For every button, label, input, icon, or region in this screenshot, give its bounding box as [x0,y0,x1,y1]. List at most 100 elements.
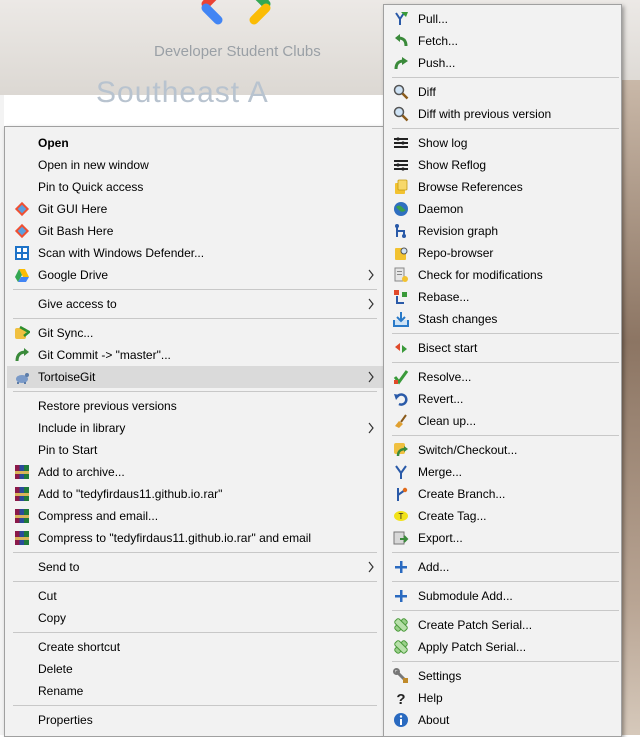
chevron-right-icon [368,371,374,383]
menu-item-label: Create Patch Serial... [418,618,533,632]
menu-item-properties[interactable]: Properties [7,709,383,731]
menu-item-open[interactable]: Open [7,132,383,154]
tortoisegit-submenu: Pull... Fetch... Push... Diff Diff with … [383,4,622,737]
menu-item-clean-up[interactable]: Clean up... [386,410,619,432]
switch-icon [394,443,408,457]
menu-item-add[interactable]: Add... [386,556,619,578]
menu-item-fetch[interactable]: Fetch... [386,30,619,52]
menu-item-label: Properties [38,713,93,727]
menu-item-copy[interactable]: Copy [7,607,383,629]
menu-item-label: Clean up... [418,414,477,428]
menu-item-label: Open in new window [38,158,149,172]
menu-item-label: Create Tag... [418,509,487,523]
windows-defender-icon [15,246,29,260]
menu-item-label: Settings [418,669,462,683]
menu-item-restore-versions[interactable]: Restore previous versions [7,395,383,417]
menu-item-label: Stash changes [418,312,498,326]
menu-item-git-gui[interactable]: Git GUI Here [7,198,383,220]
menu-item-revert[interactable]: Revert... [386,388,619,410]
menu-item-google-drive[interactable]: Google Drive [7,264,383,286]
menu-item-pull[interactable]: Pull... [386,8,619,30]
menu-item-apply-patch-serial[interactable]: Apply Patch Serial... [386,636,619,658]
menu-item-bisect-start[interactable]: Bisect start [386,337,619,359]
menu-item-daemon[interactable]: Daemon [386,198,619,220]
menu-item-diff[interactable]: Diff [386,81,619,103]
menu-item-create-patch-serial[interactable]: Create Patch Serial... [386,614,619,636]
menu-item-defender-scan[interactable]: Scan with Windows Defender... [7,242,383,264]
menu-item-submodule-add[interactable]: Submodule Add... [386,585,619,607]
menu-item-compress-to-rar-email[interactable]: Compress to "tedyfirdaus11.github.io.rar… [7,527,383,549]
menu-item-include-library[interactable]: Include in library [7,417,383,439]
menu-item-export[interactable]: Export... [386,527,619,549]
menu-item-tortoisegit[interactable]: TortoiseGit [7,366,383,388]
chevron-right-icon [368,422,374,434]
git-sync-icon [15,325,30,339]
references-icon [395,179,408,194]
menu-item-git-commit[interactable]: Git Commit -> "master"... [7,344,383,366]
menu-item-add-archive[interactable]: Add to archive... [7,461,383,483]
menu-item-create-branch[interactable]: Create Branch... [386,483,619,505]
menu-item-show-reflog[interactable]: Show Reflog [386,154,619,176]
menu-item-diff-previous[interactable]: Diff with previous version [386,103,619,125]
menu-item-help[interactable]: ? Help [386,687,619,709]
menu-item-label: Google Drive [38,268,109,282]
menu-item-label: Copy [38,611,67,625]
menu-item-repo-browser[interactable]: Repo-browser [386,242,619,264]
menu-item-delete[interactable]: Delete [7,658,383,680]
context-menu: Open Open in new window Pin to Quick acc… [4,126,386,737]
menu-item-label: Show log [418,136,468,150]
menu-item-compress-email[interactable]: Compress and email... [7,505,383,527]
menu-item-give-access[interactable]: Give access to [7,293,383,315]
menu-item-send-to[interactable]: Send to [7,556,383,578]
tortoisegit-icon [16,373,29,384]
menu-item-browse-references[interactable]: Browse References [386,176,619,198]
menu-item-about[interactable]: About [386,709,619,731]
separator [13,581,377,582]
menu-item-show-log[interactable]: Show log [386,132,619,154]
menu-item-resolve[interactable]: Resolve... [386,366,619,388]
menu-item-label: Give access to [38,297,117,311]
separator [13,632,377,633]
menu-item-switch-checkout[interactable]: Switch/Checkout... [386,439,619,461]
menu-item-create-tag[interactable]: T Create Tag... [386,505,619,527]
menu-item-rebase[interactable]: Rebase... [386,286,619,308]
menu-item-revision-graph[interactable]: Revision graph [386,220,619,242]
menu-item-merge[interactable]: Merge... [386,461,619,483]
fetch-icon [395,34,408,47]
menu-item-label: Git Sync... [38,326,94,340]
menu-item-open-new-window[interactable]: Open in new window [7,154,383,176]
menu-item-label: Delete [38,662,73,676]
menu-item-git-sync[interactable]: Git Sync... [7,322,383,344]
separator [13,552,377,553]
menu-item-label: Compress to "tedyfirdaus11.github.io.rar… [38,531,312,545]
separator [392,661,619,662]
reflog-icon [394,160,408,171]
menu-item-label: Export... [418,531,463,545]
menu-item-git-bash[interactable]: Git Bash Here [7,220,383,242]
menu-item-add-to-rar[interactable]: Add to "tedyfirdaus11.github.io.rar" [7,483,383,505]
plus-icon [395,561,407,573]
menu-item-rename[interactable]: Rename [7,680,383,702]
menu-item-pin-quick-access[interactable]: Pin to Quick access [7,176,383,198]
separator [13,289,377,290]
dsc-logo [201,0,271,25]
menu-item-cut[interactable]: Cut [7,585,383,607]
menu-item-label: Create Branch... [418,487,506,501]
menu-item-label: Switch/Checkout... [418,443,518,457]
stash-icon [393,312,409,327]
menu-item-label: Add to archive... [38,465,125,479]
menu-item-label: Git Bash Here [38,224,114,238]
menu-item-stash-changes[interactable]: Stash changes [386,308,619,330]
menu-item-label: Fetch... [418,34,459,48]
menu-item-label: Repo-browser [418,246,494,260]
chevron-right-icon [368,298,374,310]
menu-item-check-modifications[interactable]: Check for modifications [386,264,619,286]
menu-item-label: Compress and email... [38,509,159,523]
menu-item-settings[interactable]: Settings [386,665,619,687]
separator [392,552,619,553]
separator [13,391,377,392]
menu-item-pin-start[interactable]: Pin to Start [7,439,383,461]
menu-item-create-shortcut[interactable]: Create shortcut [7,636,383,658]
menu-item-push[interactable]: Push... [386,52,619,74]
git-gui-icon [14,201,30,217]
